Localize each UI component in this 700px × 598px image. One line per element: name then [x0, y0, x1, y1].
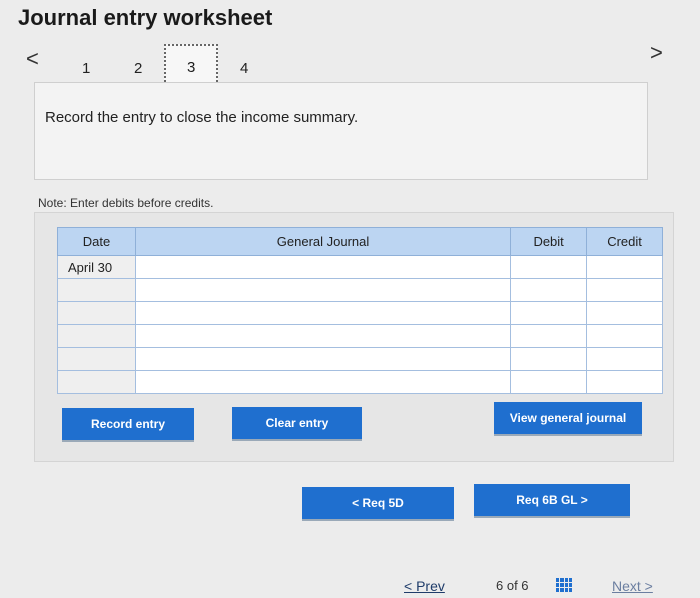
date-cell[interactable]: [57, 347, 136, 371]
page-3-label: 3: [187, 59, 196, 76]
page-2[interactable]: 2: [134, 60, 142, 77]
debit-input[interactable]: [510, 347, 588, 371]
table-row: [57, 347, 663, 371]
page-count: 6 of 6: [496, 578, 529, 593]
header-date: Date: [57, 227, 136, 256]
account-input[interactable]: [134, 301, 512, 325]
debit-input[interactable]: [510, 278, 588, 302]
date-cell[interactable]: [57, 370, 136, 394]
credit-input[interactable]: [586, 301, 663, 325]
page-4[interactable]: 4: [240, 60, 248, 77]
instruction-text: Record the entry to close the income sum…: [45, 109, 359, 126]
grid-icon[interactable]: [556, 578, 572, 592]
date-cell[interactable]: [57, 324, 136, 348]
date-cell[interactable]: [57, 278, 136, 302]
clear-entry-button[interactable]: Clear entry: [232, 407, 362, 439]
record-entry-button[interactable]: Record entry: [62, 408, 194, 440]
header-credit: Credit: [586, 227, 663, 256]
header-debit: Debit: [510, 227, 588, 256]
worksheet-title: Journal entry worksheet: [18, 5, 273, 30]
credit-input[interactable]: [586, 255, 663, 279]
date-cell[interactable]: [57, 301, 136, 325]
table-row: [57, 370, 663, 394]
prev-requirement-button[interactable]: < Req 5D: [302, 487, 454, 519]
footer-nav: < Prev 6 of 6 Next >: [0, 570, 700, 598]
instruction-panel: Record the entry to close the income sum…: [34, 82, 648, 180]
account-input[interactable]: [134, 347, 512, 371]
table-row: [57, 278, 663, 302]
credit-input[interactable]: [586, 278, 663, 302]
table-row: April 30: [57, 255, 663, 279]
note-text: Note: Enter debits before credits.: [38, 196, 214, 210]
date-cell[interactable]: April 30: [57, 255, 136, 279]
prev-link[interactable]: < Prev: [404, 578, 445, 594]
account-input[interactable]: [134, 278, 512, 302]
view-general-journal-button[interactable]: View general journal: [494, 402, 642, 434]
debit-input[interactable]: [510, 370, 588, 394]
account-input[interactable]: [134, 324, 512, 348]
table-row: [57, 324, 663, 348]
next-page-arrow[interactable]: >: [650, 42, 663, 64]
next-link[interactable]: Next >: [612, 578, 653, 594]
credit-input[interactable]: [586, 370, 663, 394]
header-general-journal: General Journal: [134, 227, 512, 256]
prev-page-arrow[interactable]: <: [26, 48, 39, 70]
table-row: [57, 301, 663, 325]
account-input[interactable]: [134, 255, 512, 279]
debit-input[interactable]: [510, 324, 588, 348]
debit-input[interactable]: [510, 301, 588, 325]
page-1[interactable]: 1: [82, 60, 90, 77]
credit-input[interactable]: [586, 324, 663, 348]
credit-input[interactable]: [586, 347, 663, 371]
next-requirement-button[interactable]: Req 6B GL >: [474, 484, 630, 516]
debit-input[interactable]: [510, 255, 588, 279]
journal-table: Date General Journal Debit Credit April …: [57, 227, 663, 394]
account-input[interactable]: [134, 370, 512, 394]
